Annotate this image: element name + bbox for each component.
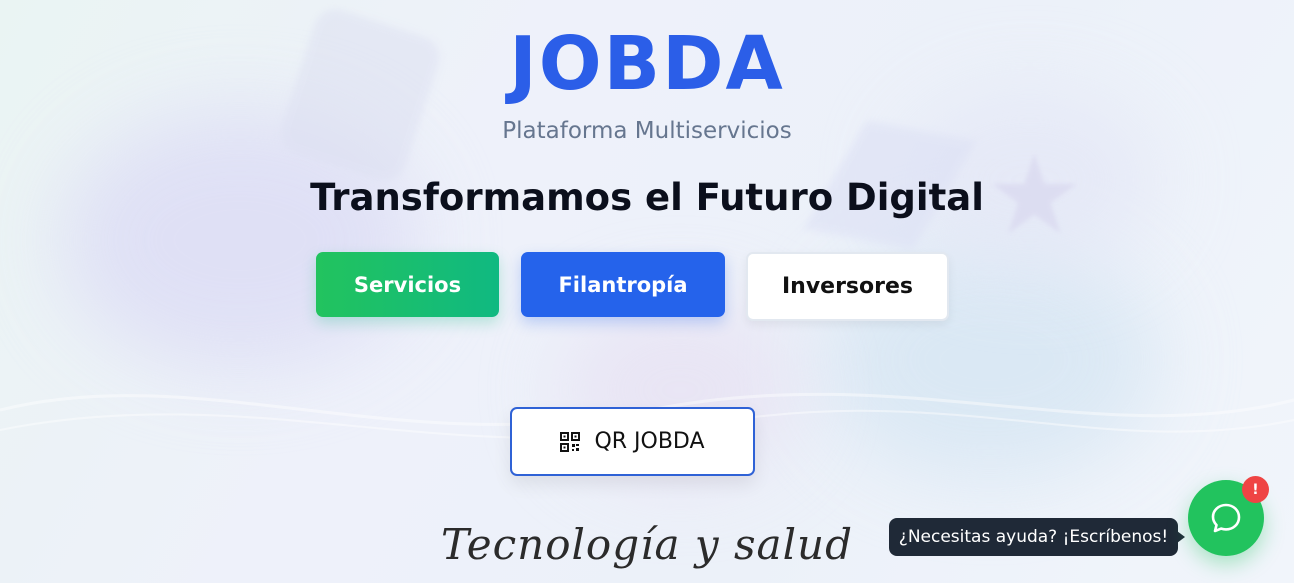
filantropia-button[interactable]: Filantropía xyxy=(521,252,725,317)
chat-tooltip: ¿Necesitas ayuda? ¡Escríbenos! xyxy=(889,518,1185,556)
brand-subtitle: Plataforma Multiservicios xyxy=(502,118,792,144)
notification-badge: ! xyxy=(1242,476,1269,503)
qr-jobda-button[interactable]: QR JOBDA xyxy=(510,407,755,476)
hero-headline: Transformamos el Futuro Digital xyxy=(310,176,984,219)
servicios-button[interactable]: Servicios xyxy=(316,252,499,317)
qr-code-icon xyxy=(560,431,581,452)
inversores-button[interactable]: Inversores xyxy=(746,252,949,321)
chat-tooltip-text: ¿Necesitas ayuda? ¡Escríbenos! xyxy=(898,527,1169,547)
chat-bubble-icon xyxy=(1211,503,1241,533)
inversores-button-label: Inversores xyxy=(781,274,914,299)
qr-jobda-label: QR JOBDA xyxy=(594,429,705,454)
brand-logo: JOBDA xyxy=(509,21,785,107)
